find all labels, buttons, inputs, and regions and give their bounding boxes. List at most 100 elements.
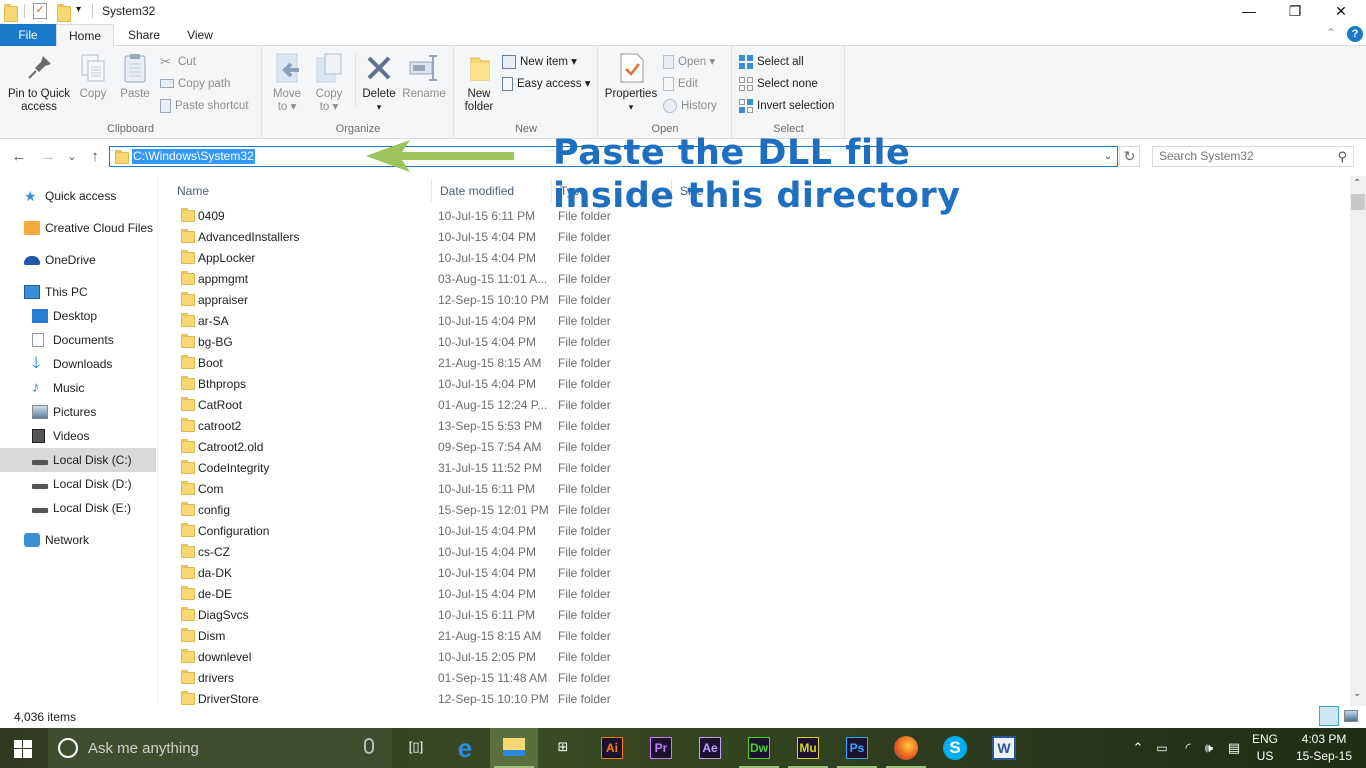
nav-item-network[interactable]: Network	[0, 528, 156, 552]
nav-item-desktop[interactable]: Desktop	[0, 304, 156, 328]
clock[interactable]: 4:03 PM 15-Sep-15	[1288, 728, 1360, 768]
column-header-name[interactable]: Name	[169, 180, 432, 202]
taskbar-after-effects-button[interactable]: Ae	[686, 728, 734, 768]
file-row[interactable]: Configuration 10-Jul-15 4:04 PM File folde…	[160, 521, 1340, 542]
copy-button[interactable]: Copy	[76, 50, 110, 101]
up-button[interactable]: ↑	[85, 148, 105, 165]
file-row[interactable]: DriverStore 12-Sep-15 10:10 PM File folder	[160, 689, 1340, 706]
file-row[interactable]: Boot 21-Aug-15 8:15 AM File folder	[160, 353, 1340, 374]
easy-access-button[interactable]: Easy access ▾	[502, 74, 591, 94]
forward-button[interactable]: →	[38, 148, 58, 165]
taskbar-premiere-button[interactable]: Pr	[637, 728, 685, 768]
tab-home[interactable]: Home	[56, 24, 114, 47]
rename-button[interactable]: Rename	[401, 50, 447, 101]
delete-button[interactable]: Delete ▾	[359, 50, 399, 114]
file-row[interactable]: downlevel 10-Jul-15 2:05 PM File folder	[160, 647, 1340, 668]
copy-path-button[interactable]: Copy path	[160, 74, 230, 94]
maximize-button[interactable]: ❐	[1272, 0, 1318, 24]
tab-file[interactable]: File	[0, 24, 56, 46]
taskbar-skype-button[interactable]: S	[931, 728, 979, 768]
nav-item-downloads[interactable]: 🡓 Downloads	[0, 352, 156, 376]
file-row[interactable]: AdvancedInstallers 10-Jul-15 4:04 PM File …	[160, 227, 1340, 248]
back-button[interactable]: ←	[9, 148, 29, 165]
pin-to-quick-access-button[interactable]: Pin to Quick access	[4, 50, 74, 114]
help-icon[interactable]: ?	[1347, 26, 1363, 42]
copy-to-button[interactable]: Copy to ▾	[311, 50, 347, 114]
file-row[interactable]: AppLocker 10-Jul-15 4:04 PM File folder	[160, 248, 1340, 269]
move-to-button[interactable]: Move to ▾	[269, 50, 305, 114]
file-row[interactable]: da-DK 10-Jul-15 4:04 PM File folder	[160, 563, 1340, 584]
nav-item-this-pc[interactable]: This PC	[0, 280, 156, 304]
paste-button[interactable]: Paste	[118, 50, 152, 101]
nav-item-quick-access[interactable]: ★ Quick access	[0, 184, 156, 208]
minimize-button[interactable]: —	[1226, 0, 1272, 24]
language-indicator[interactable]: ENG US	[1250, 728, 1280, 768]
properties-quick-icon[interactable]: ✓	[33, 3, 47, 19]
search-icon[interactable]: ⚲	[1337, 149, 1347, 165]
taskbar-photoshop-button[interactable]: Ps	[833, 728, 881, 768]
history-button[interactable]: History	[663, 96, 717, 116]
invert-selection-button[interactable]: Invert selection	[739, 96, 834, 116]
start-button[interactable]	[14, 740, 32, 761]
taskbar-illustrator-button[interactable]: Ai	[588, 728, 636, 768]
file-row[interactable]: ar-SA 10-Jul-15 4:04 PM File folder	[160, 311, 1340, 332]
file-row[interactable]: Bthprops 10-Jul-15 4:04 PM File folder	[160, 374, 1340, 395]
new-folder-quick-icon[interactable]	[57, 4, 71, 22]
file-row[interactable]: CatRoot 01-Aug-15 12:24 P... File folder	[160, 395, 1340, 416]
nav-item-local-disk-c[interactable]: Local Disk (C:)	[0, 448, 156, 472]
nav-item-pictures[interactable]: Pictures	[0, 400, 156, 424]
power-icon[interactable]: ▭	[1152, 728, 1172, 768]
file-row[interactable]: DiagSvcs 10-Jul-15 6:11 PM File folder	[160, 605, 1340, 626]
customize-quick-access-icon[interactable]: ▾	[76, 4, 81, 15]
new-item-button[interactable]: New item ▾	[502, 52, 577, 72]
large-icons-view-button[interactable]	[1344, 710, 1358, 722]
details-view-button[interactable]	[1319, 706, 1339, 726]
file-row[interactable]: bg-BG 10-Jul-15 4:04 PM File folder	[160, 332, 1340, 353]
action-center-icon[interactable]: ▤	[1224, 728, 1244, 768]
taskbar-file-explorer-button[interactable]	[490, 728, 538, 768]
select-all-button[interactable]: Select all	[739, 52, 804, 72]
file-row[interactable]: Catroot2.old 09-Sep-15 7:54 AM File folder	[160, 437, 1340, 458]
select-none-button[interactable]: Select none	[739, 74, 818, 94]
nav-item-local-disk-d[interactable]: Local Disk (D:)	[0, 472, 156, 496]
nav-item-creative-cloud-files[interactable]: Creative Cloud Files	[0, 216, 156, 240]
nav-item-documents[interactable]: Documents	[0, 328, 156, 352]
cut-button[interactable]: ✂ Cut	[160, 52, 196, 72]
file-row[interactable]: Dism 21-Aug-15 8:15 AM File folder	[160, 626, 1340, 647]
taskbar-edge-button[interactable]: e	[441, 728, 489, 768]
address-dropdown-icon[interactable]: ⌄	[1099, 147, 1117, 166]
scroll-up-icon[interactable]: ⌃	[1353, 178, 1361, 189]
file-row[interactable]: catroot2 13-Sep-15 5:53 PM File folder	[160, 416, 1340, 437]
close-button[interactable]: ✕	[1318, 0, 1364, 24]
file-row[interactable]: CodeIntegrity 31-Jul-15 11:52 PM File fold…	[160, 458, 1340, 479]
show-hidden-icons-button[interactable]: ⌃	[1130, 728, 1146, 768]
collapse-ribbon-icon[interactable]: ⌃	[1326, 26, 1336, 40]
scroll-thumb[interactable]	[1351, 194, 1365, 210]
nav-item-onedrive[interactable]: OneDrive	[0, 248, 156, 272]
file-row[interactable]: de-DE 10-Jul-15 4:04 PM File folder	[160, 584, 1340, 605]
file-row[interactable]: cs-CZ 10-Jul-15 4:04 PM File folder	[160, 542, 1340, 563]
tab-share[interactable]: Share	[116, 24, 172, 46]
column-header-date[interactable]: Date modified	[432, 180, 552, 202]
file-row[interactable]: drivers 01-Sep-15 11:48 AM File folder	[160, 668, 1340, 689]
properties-button[interactable]: Properties ▾	[603, 50, 659, 114]
recent-locations-button[interactable]: ⌄	[62, 150, 82, 163]
taskbar-word-button[interactable]: W	[980, 728, 1028, 768]
new-folder-button[interactable]: New folder	[461, 50, 497, 114]
tab-view[interactable]: View	[172, 24, 228, 46]
taskbar-store-button[interactable]: ⊞	[539, 728, 587, 768]
nav-item-local-disk-e[interactable]: Local Disk (E:)	[0, 496, 156, 520]
scroll-down-icon[interactable]: ⌄	[1353, 688, 1361, 699]
microphone-icon[interactable]	[364, 738, 374, 754]
volume-icon[interactable]: 🕪	[1199, 728, 1219, 768]
file-row[interactable]: config 15-Sep-15 12:01 PM File folder	[160, 500, 1340, 521]
taskbar-muse-button[interactable]: Mu	[784, 728, 832, 768]
paste-shortcut-button[interactable]: Paste shortcut	[160, 96, 249, 116]
search-input[interactable]	[1159, 149, 1329, 163]
search-box[interactable]: ⚲	[1152, 146, 1354, 167]
open-button[interactable]: Open ▾	[663, 52, 715, 72]
file-row[interactable]: Com 10-Jul-15 6:11 PM File folder	[160, 479, 1340, 500]
file-row[interactable]: appraiser 12-Sep-15 10:10 PM File folder	[160, 290, 1340, 311]
taskbar-task-view-button[interactable]: [▯]	[392, 728, 440, 768]
nav-item-videos[interactable]: Videos	[0, 424, 156, 448]
